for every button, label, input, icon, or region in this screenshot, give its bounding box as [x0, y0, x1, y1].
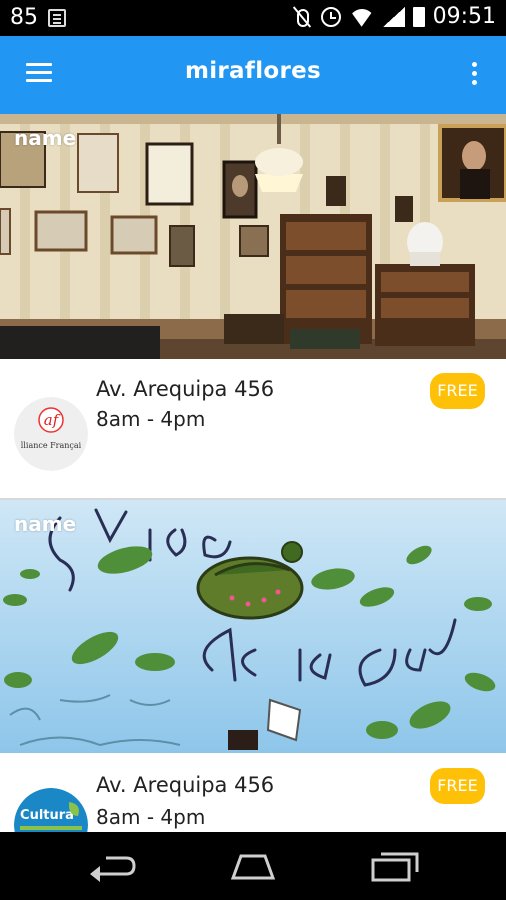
logo-text: af	[44, 411, 61, 429]
signal-icon	[382, 6, 405, 27]
cultura-logo: Cultura	[14, 788, 88, 832]
alarm-icon	[320, 6, 341, 27]
app-title: miraflores	[184, 58, 322, 84]
notification-icon	[48, 9, 66, 27]
listing-image[interactable]: name	[0, 500, 506, 753]
listing-hours: 8am - 4pm	[96, 805, 206, 829]
leaves-artwork	[0, 500, 506, 753]
free-badge: FREE	[430, 768, 485, 804]
alliance-francaise-logo: af lliance Françai	[14, 397, 88, 471]
wifi-icon	[349, 7, 375, 27]
recents-icon[interactable]	[369, 848, 421, 884]
back-icon[interactable]	[86, 848, 138, 884]
clock: 09:51	[432, 4, 496, 29]
listing-card[interactable]: name af lliance Françai Av. Arequipa 456…	[0, 114, 506, 498]
listing-card[interactable]: name Cultura Av. Arequipa 456 8am - 4pm …	[0, 500, 506, 832]
mute-icon	[291, 6, 313, 28]
battery-icon	[412, 6, 425, 27]
listing-address: Av. Arequipa 456	[96, 377, 275, 401]
status-bar: 85 09:51	[0, 0, 506, 36]
notification-count: 85	[10, 5, 38, 30]
listing-name: name	[14, 512, 77, 536]
overflow-menu-icon[interactable]	[472, 62, 478, 88]
listing-address: Av. Arequipa 456	[96, 773, 275, 797]
logo-text: Cultura	[20, 808, 74, 823]
logo-caption: lliance Françai	[21, 441, 82, 450]
listing-name: name	[14, 126, 77, 150]
listing-image[interactable]: name	[0, 114, 506, 359]
free-badge: FREE	[430, 373, 485, 409]
app-bar: miraflores	[0, 36, 506, 114]
home-icon[interactable]	[227, 848, 279, 884]
listing-hours: 8am - 4pm	[96, 407, 206, 431]
library-room-photo	[0, 114, 506, 359]
navigation-bar	[0, 832, 506, 900]
